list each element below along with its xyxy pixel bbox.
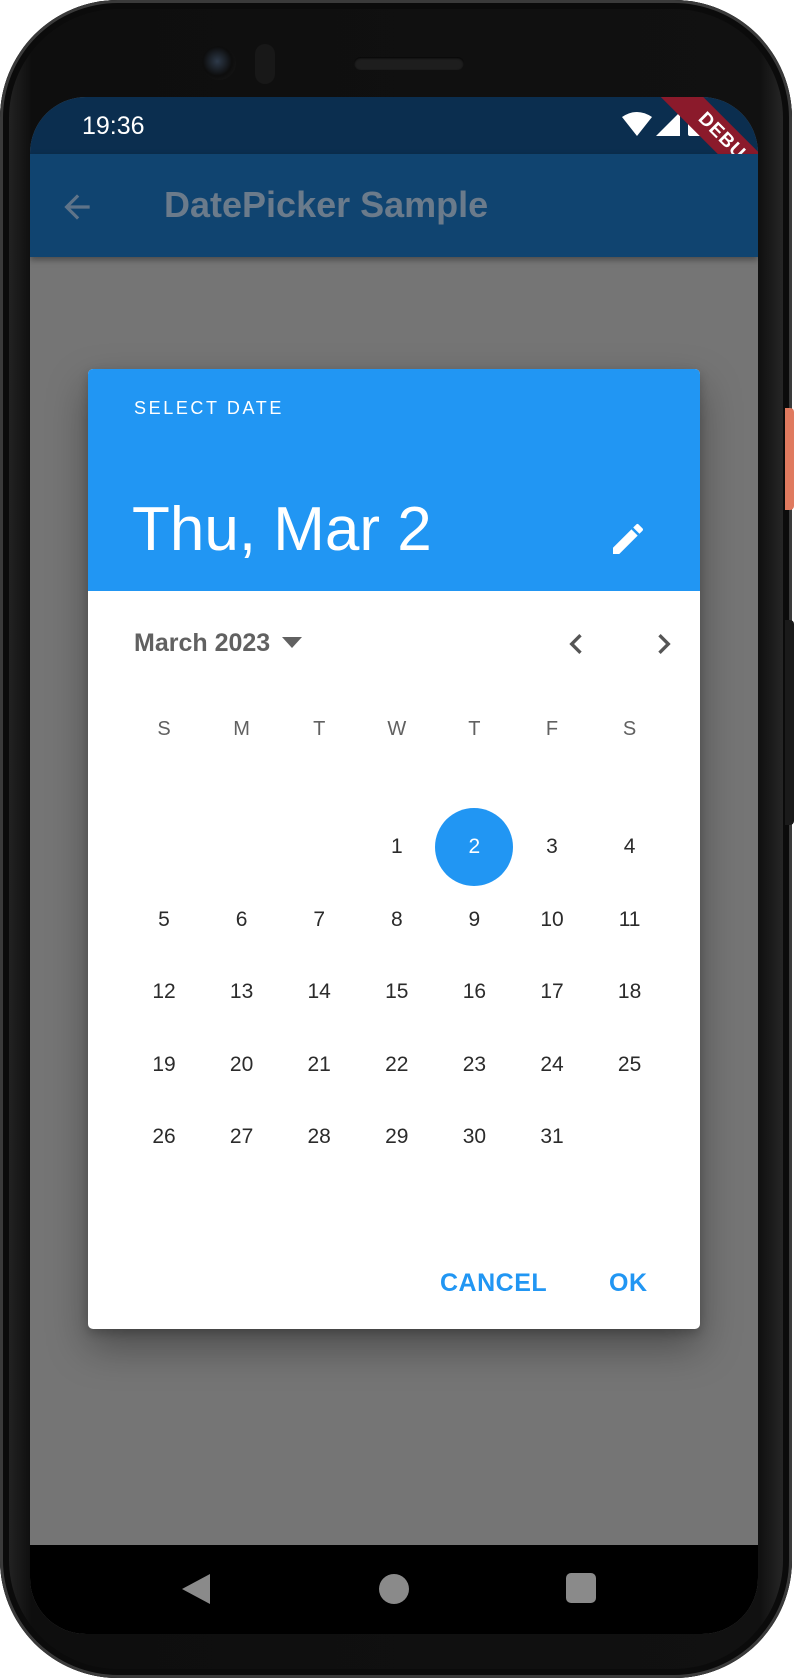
day-cell[interactable]: 23 [435, 1026, 513, 1104]
day-cell[interactable]: 21 [280, 1026, 358, 1104]
power-button [785, 408, 794, 510]
signal-icon [656, 112, 680, 136]
day-cell[interactable]: 31 [513, 1098, 591, 1176]
front-camera [202, 46, 236, 80]
day-cell[interactable]: 11 [591, 881, 669, 959]
day-cell[interactable]: 26 [125, 1098, 203, 1176]
day-cell[interactable]: 22 [358, 1026, 436, 1104]
day-cell[interactable]: 8 [358, 881, 436, 959]
home-circle-icon[interactable] [379, 1574, 409, 1604]
day-cell[interactable]: 9 [435, 881, 513, 959]
day-cell[interactable]: 19 [125, 1026, 203, 1104]
ok-button[interactable]: OK [609, 1269, 648, 1298]
day-cell[interactable]: 1 [358, 808, 436, 886]
status-time: 19:36 [82, 112, 145, 140]
arrow-back-icon[interactable] [58, 188, 96, 226]
wifi-icon [622, 112, 652, 136]
day-cell[interactable]: 24 [513, 1026, 591, 1104]
day-cell[interactable]: 29 [358, 1098, 436, 1176]
day-cell[interactable]: 6 [203, 881, 281, 959]
day-cell[interactable]: 10 [513, 881, 591, 959]
day-cell[interactable]: 12 [125, 953, 203, 1031]
phone-frame: 19:36 DEBUG DatePicker Sample SELECT DAT… [0, 0, 794, 1678]
dialog-actions: CANCEL OK [88, 1269, 700, 1329]
volume-rocker [785, 620, 794, 825]
day-cell[interactable]: 18 [591, 953, 669, 1031]
day-cell[interactable]: 28 [280, 1098, 358, 1176]
day-cell[interactable]: 4 [591, 808, 669, 886]
screen: 19:36 DEBUG DatePicker Sample SELECT DAT… [30, 97, 758, 1634]
day-cell[interactable]: 3 [513, 808, 591, 886]
day-cell[interactable]: 17 [513, 953, 591, 1031]
earpiece-speaker [354, 57, 464, 70]
day-cell[interactable]: 15 [358, 953, 436, 1031]
day-cell[interactable]: 27 [203, 1098, 281, 1176]
day-cell[interactable]: 5 [125, 881, 203, 959]
app-bar: DatePicker Sample [30, 154, 758, 257]
back-triangle-icon[interactable] [180, 1572, 212, 1606]
app-title: DatePicker Sample [164, 184, 489, 225]
calendar-day-grid: 1 2 3 4 5 6 7 8 9 10 11 12 13 14 15 16 17 18 19 20 21 22 23 24 2… [88, 369, 700, 1329]
system-navigation-bar [30, 1545, 758, 1634]
day-cell[interactable]: 16 [435, 953, 513, 1031]
recents-square-icon[interactable] [566, 1573, 596, 1603]
cancel-button[interactable]: CANCEL [440, 1269, 547, 1298]
proximity-sensor [255, 44, 275, 84]
date-picker-dialog: SELECT DATE Thu, Mar 2 March 2023 SMTWTF… [88, 369, 700, 1329]
day-cell[interactable]: 7 [280, 881, 358, 959]
day-cell[interactable]: 25 [591, 1026, 669, 1104]
day-cell[interactable]: 30 [435, 1098, 513, 1176]
status-bar: 19:36 DEBUG [30, 97, 758, 213]
selected-day-cell[interactable]: 2 [435, 808, 514, 886]
day-cell[interactable]: 14 [280, 953, 358, 1031]
day-cell[interactable]: 20 [203, 1026, 281, 1104]
day-cell[interactable]: 13 [203, 953, 281, 1031]
